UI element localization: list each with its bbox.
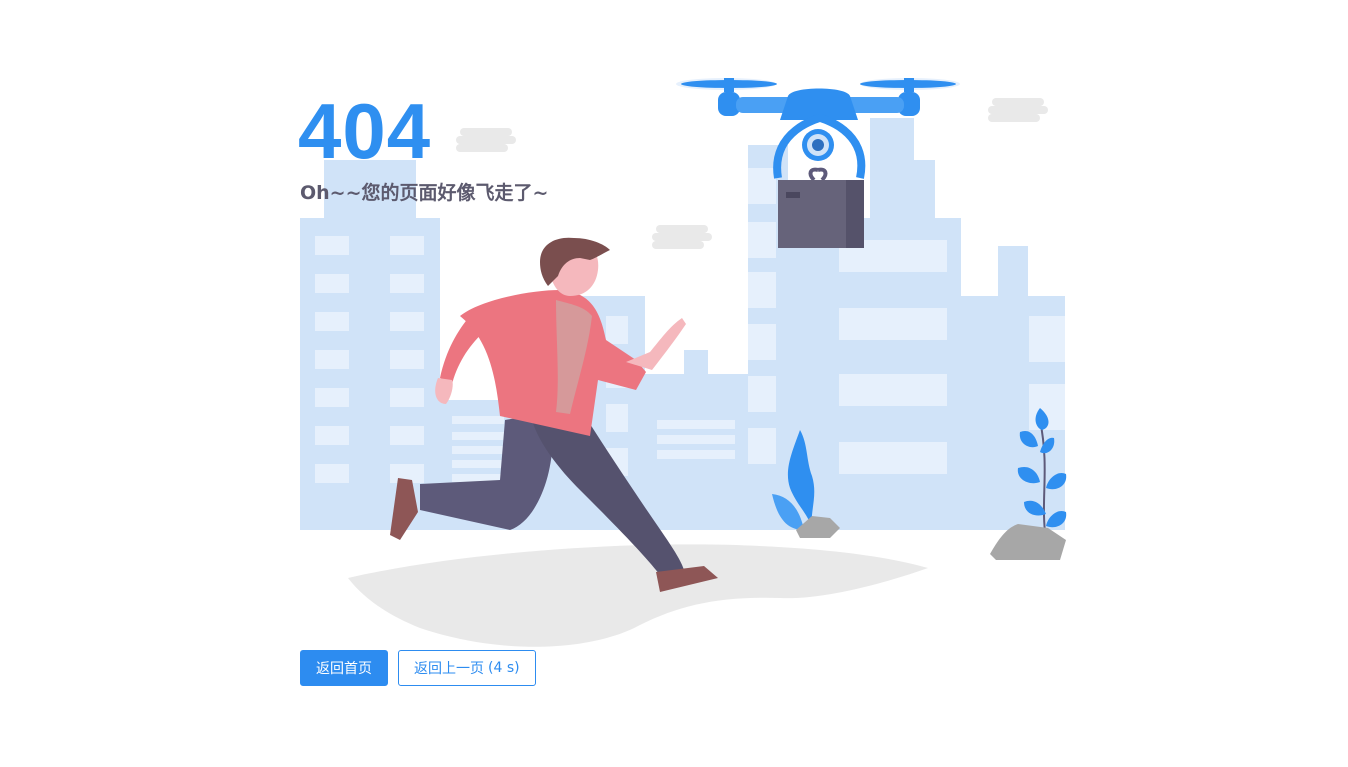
back-button-label: 返回上一页 [414, 661, 484, 677]
back-button[interactable]: 返回上一页 (4 s) [398, 650, 536, 686]
action-buttons: 返回首页 返回上一页 (4 s) [300, 650, 536, 686]
ground-shadow [348, 544, 928, 647]
error-code: 404 [298, 87, 432, 175]
error-illustration [300, 78, 1067, 647]
countdown-text: (4 s) [488, 660, 520, 676]
error-page: 404 Oh~~您的页面好像飞走了~ 返回首页 返回上一页 (4 s) [0, 0, 1348, 767]
package-box [778, 180, 864, 248]
error-message: Oh~~您的页面好像飞走了~ [300, 182, 549, 204]
home-button-label: 返回首页 [316, 661, 372, 677]
home-button[interactable]: 返回首页 [300, 650, 388, 686]
